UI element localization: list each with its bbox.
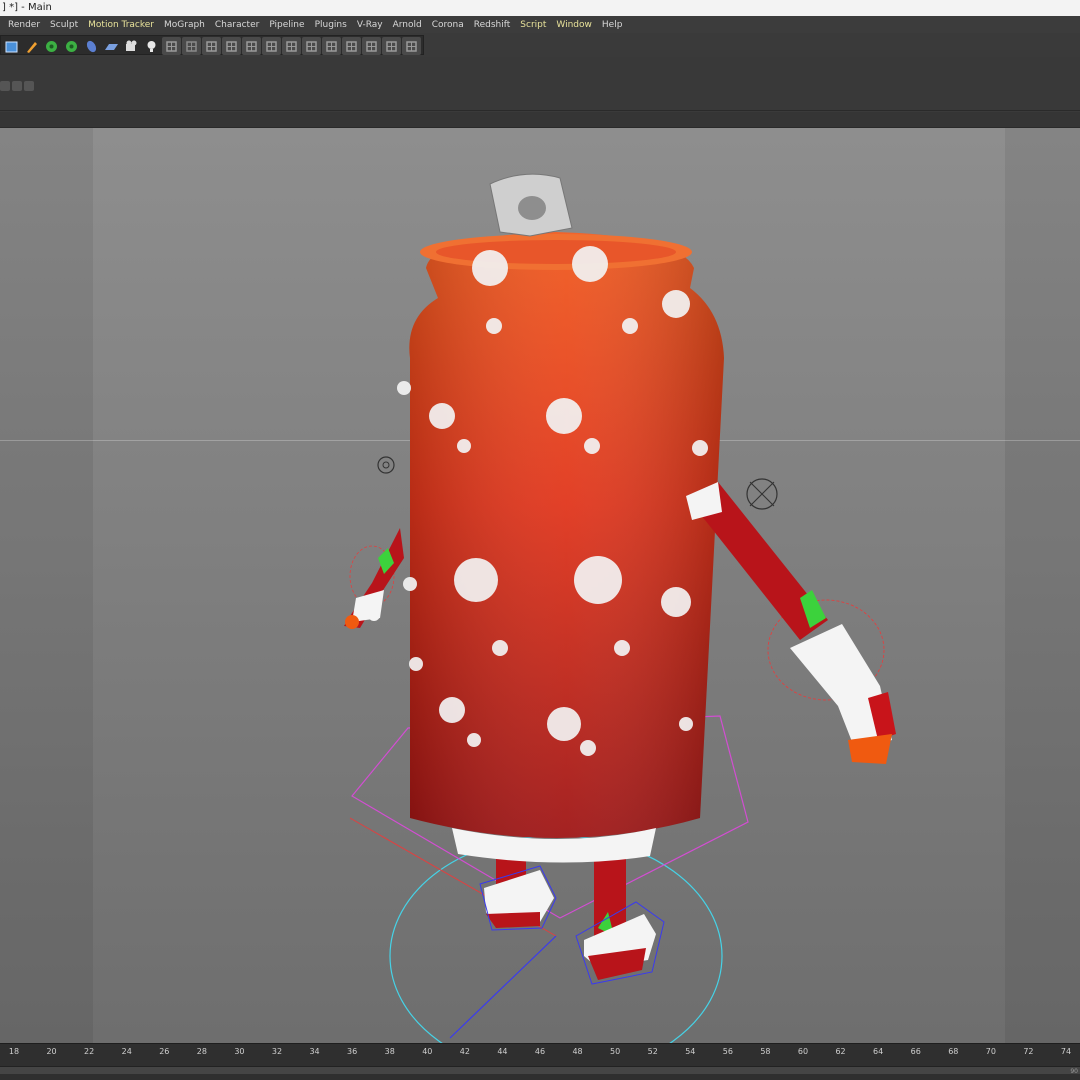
timeline-tick: 48 bbox=[572, 1047, 583, 1056]
timeline-tick: 44 bbox=[497, 1047, 508, 1056]
menu-corona[interactable]: Corona bbox=[427, 20, 469, 30]
timeline-tick: 58 bbox=[760, 1047, 771, 1056]
left-arm[interactable] bbox=[344, 528, 404, 629]
title-bar: ] *] - Main bbox=[0, 0, 1080, 16]
timeline-tick: 40 bbox=[422, 1047, 433, 1056]
timeline-tick: 38 bbox=[384, 1047, 395, 1056]
timeline-tick: 36 bbox=[347, 1047, 358, 1056]
menu-window[interactable]: Window bbox=[551, 20, 597, 30]
right-leg[interactable] bbox=[575, 846, 665, 985]
camera-icon[interactable] bbox=[122, 37, 141, 55]
timeline-tick: 26 bbox=[159, 1047, 170, 1056]
soda-can-body[interactable] bbox=[397, 232, 724, 863]
array-icon[interactable] bbox=[62, 37, 81, 55]
timeline[interactable]: 18 20 22 24 26 28 30 32 34 36 38 40 42 44 46 48 50 52 54 56… bbox=[0, 1043, 1080, 1080]
menu-plugins[interactable]: Plugins bbox=[310, 20, 352, 30]
viewport-header bbox=[0, 112, 1080, 128]
menu-sculpt[interactable]: Sculpt bbox=[45, 20, 83, 30]
bend-icon[interactable] bbox=[242, 37, 261, 55]
timeline-tick: 30 bbox=[234, 1047, 245, 1056]
right-arm[interactable] bbox=[686, 482, 896, 764]
matrix-icon[interactable] bbox=[322, 37, 341, 55]
timeline-tick: 24 bbox=[121, 1047, 132, 1056]
timeline-tick: 42 bbox=[459, 1047, 470, 1056]
can-pull-tab[interactable] bbox=[489, 173, 573, 237]
timeline-tick: 28 bbox=[196, 1047, 207, 1056]
timeline-tick: 52 bbox=[647, 1047, 658, 1056]
menu-v-ray[interactable]: V-Ray bbox=[352, 20, 388, 30]
timeline-tick: 68 bbox=[948, 1047, 959, 1056]
mini-tool-strip bbox=[0, 81, 36, 91]
3d-viewport[interactable] bbox=[0, 128, 1080, 1043]
cube-icon[interactable] bbox=[2, 37, 21, 55]
menu-script[interactable]: Script bbox=[515, 20, 551, 30]
attribute-band bbox=[0, 57, 1080, 111]
dots-grid-icon[interactable] bbox=[362, 37, 381, 55]
grid-icon[interactable] bbox=[162, 37, 181, 55]
timeline-tick: 50 bbox=[610, 1047, 621, 1056]
dots-grid3-icon[interactable] bbox=[402, 37, 421, 55]
timeline-tick: 22 bbox=[84, 1047, 95, 1056]
light-icon[interactable] bbox=[142, 37, 161, 55]
menu-help[interactable]: Help bbox=[597, 20, 628, 30]
ik-icon[interactable] bbox=[222, 37, 241, 55]
floor-icon[interactable] bbox=[102, 37, 121, 55]
menu-mograph[interactable]: MoGraph bbox=[159, 20, 210, 30]
dots-grid2-icon[interactable] bbox=[382, 37, 401, 55]
deformer-icon[interactable] bbox=[82, 37, 101, 55]
menu-character[interactable]: Character bbox=[210, 20, 264, 30]
pen-icon[interactable] bbox=[22, 37, 41, 55]
timeline-ruler[interactable]: 18 20 22 24 26 28 30 32 34 36 38 40 42 44 46 48 50 52 54 56… bbox=[0, 1044, 1080, 1058]
menu-bar: Render Sculpt Motion Tracker MoGraph Charact… bbox=[0, 16, 1080, 33]
timeline-tick: 34 bbox=[309, 1047, 320, 1056]
timeline-tick: 56 bbox=[722, 1047, 733, 1056]
ik-target-left[interactable] bbox=[377, 456, 395, 474]
cinema4d-window: ] *] - Main Render Sculpt Motion Tracker Mo… bbox=[0, 0, 1080, 1080]
mini-tool-button[interactable] bbox=[12, 81, 22, 91]
menu-pipeline[interactable]: Pipeline bbox=[264, 20, 309, 30]
timeline-tick: 62 bbox=[835, 1047, 846, 1056]
bone-icon[interactable] bbox=[262, 37, 281, 55]
ik-target-right[interactable] bbox=[746, 478, 778, 510]
timeline-tick: 46 bbox=[534, 1047, 546, 1056]
timeline-tick: 54 bbox=[685, 1047, 696, 1056]
cloner-icon[interactable] bbox=[282, 37, 301, 55]
menu-motion-tracker[interactable]: Motion Tracker bbox=[83, 20, 159, 30]
subdivision-icon[interactable] bbox=[42, 37, 61, 55]
joint-icon[interactable] bbox=[202, 37, 221, 55]
mini-tool-button[interactable] bbox=[24, 81, 34, 91]
menu-redshift[interactable]: Redshift bbox=[469, 20, 516, 30]
frame-readout: 90 bbox=[1070, 1068, 1078, 1075]
command-toolbar bbox=[0, 33, 1080, 57]
tool-strip bbox=[0, 35, 424, 55]
hex-icon[interactable] bbox=[182, 37, 201, 55]
dots-icon[interactable] bbox=[342, 37, 361, 55]
character-scene bbox=[344, 173, 896, 1043]
menu-render[interactable]: Render bbox=[3, 20, 45, 30]
ik-circle[interactable] bbox=[389, 835, 723, 1043]
timeline-tick: 70 bbox=[985, 1047, 996, 1056]
timeline-tick: 32 bbox=[271, 1047, 283, 1056]
timeline-tick: 18 bbox=[8, 1047, 20, 1056]
timeline-tick: 72 bbox=[1023, 1047, 1034, 1056]
tracker-icon[interactable] bbox=[302, 37, 321, 55]
timeline-tick: 66 bbox=[910, 1047, 921, 1056]
timeline-scrubber[interactable] bbox=[0, 1066, 1080, 1074]
timeline-tick: 60 bbox=[797, 1047, 809, 1056]
window-title: ] *] - Main bbox=[2, 2, 52, 13]
timeline-tick: 20 bbox=[46, 1047, 57, 1056]
menu-arnold[interactable]: Arnold bbox=[388, 20, 427, 30]
timeline-tick: 64 bbox=[873, 1047, 884, 1056]
timeline-tick: 74 bbox=[1060, 1047, 1072, 1056]
z-axis-line bbox=[449, 935, 557, 1039]
mini-tool-button[interactable] bbox=[0, 81, 10, 91]
